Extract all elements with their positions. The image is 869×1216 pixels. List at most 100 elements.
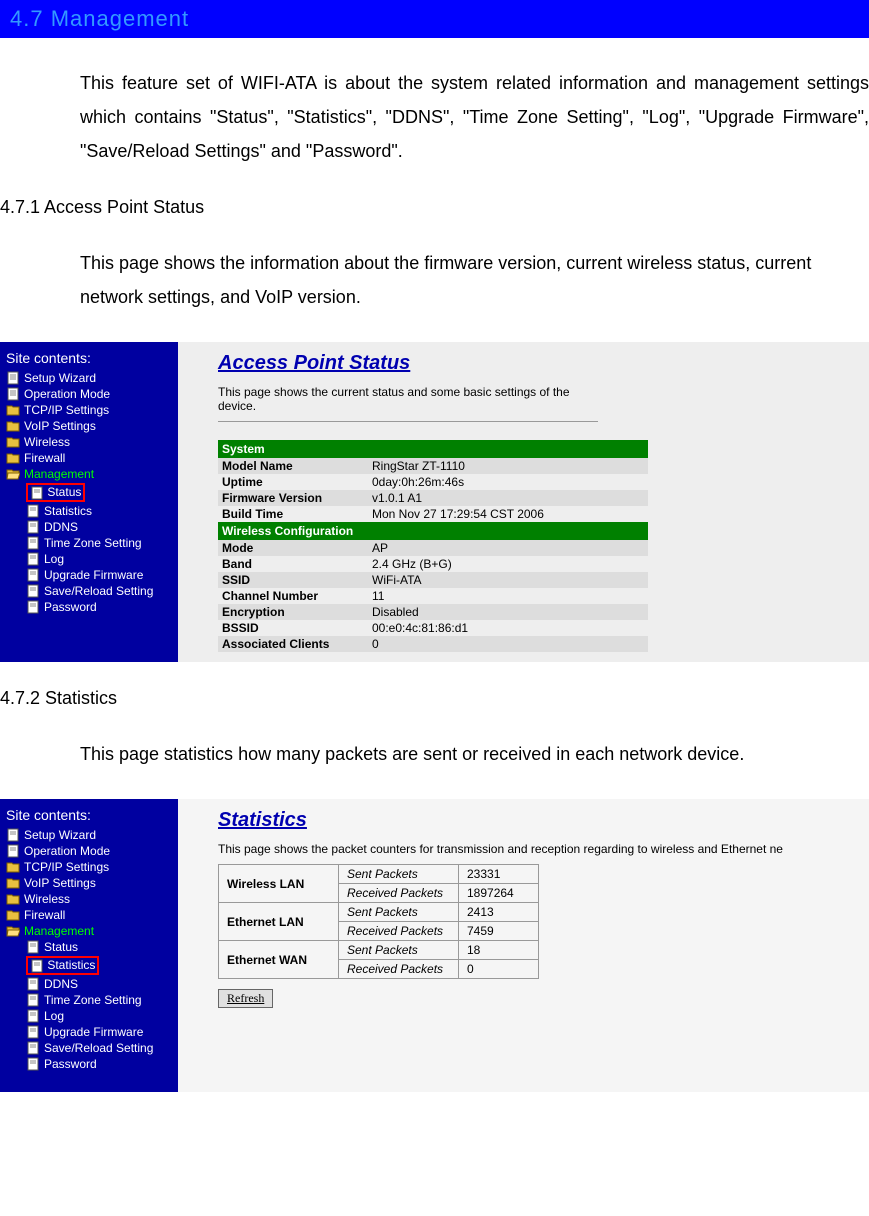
table-row: Firmware Versionv1.0.1 A1: [218, 490, 648, 506]
packet-value: 7459: [459, 922, 539, 941]
table-row: Ethernet WAN Sent Packets 18: [219, 941, 539, 960]
table-row: BSSID00:e0:4c:81:86:d1: [218, 620, 648, 636]
file-icon: [26, 1041, 40, 1055]
cell-val: Mon Nov 27 17:29:54 CST 2006: [368, 506, 648, 522]
cell-key: BSSID: [218, 620, 368, 636]
sidebar-item-label: Statistics: [44, 504, 92, 518]
packet-value: 0: [459, 960, 539, 979]
content-pane-ap-status: Access Point Status This page shows the …: [178, 342, 869, 662]
sidebar-item-setup-wizard[interactable]: Setup Wizard: [4, 370, 174, 386]
sidebar-item-label: Management: [24, 467, 94, 481]
sidebar-item-firewall[interactable]: Firewall: [4, 450, 174, 466]
folder-icon: [6, 877, 20, 889]
folder-icon: [6, 861, 20, 873]
sidebar-item-label: Password: [44, 600, 97, 614]
intro-paragraph: This feature set of WIFI-ATA is about th…: [80, 66, 869, 169]
file-icon: [26, 520, 40, 534]
folder-icon: [6, 420, 20, 432]
cell-key: Build Time: [218, 506, 368, 522]
sidebar-item-status[interactable]: Status: [4, 939, 174, 955]
sidebar-item-operation-mode[interactable]: Operation Mode: [4, 386, 174, 402]
sidebar-item-timezone[interactable]: Time Zone Setting: [4, 992, 174, 1008]
sidebar-item-label: Save/Reload Setting: [44, 1041, 153, 1055]
sidebar-item-firewall[interactable]: Firewall: [4, 907, 174, 923]
sidebar-item-voip[interactable]: VoIP Settings: [4, 418, 174, 434]
table-row: Associated Clients0: [218, 636, 648, 652]
sidebar-item-label: Log: [44, 552, 64, 566]
content-pane-statistics: Statistics This page shows the packet co…: [178, 799, 869, 1092]
sidebar-item-label: Operation Mode: [24, 844, 110, 858]
table-row: ModeAP: [218, 540, 648, 556]
section-header: 4.7 Management: [0, 0, 869, 38]
sidebar-item-voip[interactable]: VoIP Settings: [4, 875, 174, 891]
sidebar-item-password[interactable]: Password: [4, 1056, 174, 1072]
folder-icon: [6, 909, 20, 921]
folder-open-icon: [6, 468, 20, 480]
cell-key: Encryption: [218, 604, 368, 620]
sidebar-item-statistics[interactable]: Statistics: [4, 503, 174, 519]
sidebar-item-ddns[interactable]: DDNS: [4, 976, 174, 992]
sidebar-item-password[interactable]: Password: [4, 599, 174, 615]
packet-label: Sent Packets: [339, 941, 459, 960]
sidebar-item-label: Upgrade Firmware: [44, 568, 143, 582]
file-icon: [26, 940, 40, 954]
sidebar-item-status[interactable]: Status: [4, 482, 174, 503]
file-icon: [26, 600, 40, 614]
packet-value: 2413: [459, 903, 539, 922]
sidebar-item-setup-wizard[interactable]: Setup Wizard: [4, 827, 174, 843]
sidebar-item-wireless[interactable]: Wireless: [4, 434, 174, 450]
cell-val: AP: [368, 540, 648, 556]
packet-label: Received Packets: [339, 922, 459, 941]
sidebar-item-log[interactable]: Log: [4, 1008, 174, 1024]
sidebar-item-tcpip[interactable]: TCP/IP Settings: [4, 402, 174, 418]
cell-val: 11: [368, 588, 648, 604]
sidebar-title: Site contents:: [4, 348, 174, 370]
sidebar-item-label: TCP/IP Settings: [24, 860, 109, 874]
sidebar-item-ddns[interactable]: DDNS: [4, 519, 174, 535]
header-cell: System: [218, 440, 648, 458]
file-icon: [6, 371, 20, 385]
sidebar-item-label: Wireless: [24, 892, 70, 906]
sidebar-item-statistics[interactable]: Statistics: [4, 955, 174, 976]
cell-key: Firmware Version: [218, 490, 368, 506]
sidebar-item-savereload[interactable]: Save/Reload Setting: [4, 583, 174, 599]
refresh-button[interactable]: Refresh: [218, 989, 273, 1008]
cell-val: Disabled: [368, 604, 648, 620]
sidebar-item-management[interactable]: Management: [4, 923, 174, 939]
sidebar-item-label: Wireless: [24, 435, 70, 449]
cell-val: 0: [368, 636, 648, 652]
content-desc: This page shows the current status and s…: [218, 385, 598, 413]
sidebar-item-tcpip[interactable]: TCP/IP Settings: [4, 859, 174, 875]
packet-label: Sent Packets: [339, 903, 459, 922]
sidebar-item-label: Password: [44, 1057, 97, 1071]
sidebar-item-wireless[interactable]: Wireless: [4, 891, 174, 907]
packet-label: Received Packets: [339, 884, 459, 903]
sidebar-item-upgrade[interactable]: Upgrade Firmware: [4, 567, 174, 583]
sidebar-item-label: Log: [44, 1009, 64, 1023]
subsection-4-7-1-body: This page shows the information about th…: [80, 246, 869, 314]
folder-icon: [6, 893, 20, 905]
sidebar-item-timezone[interactable]: Time Zone Setting: [4, 535, 174, 551]
table-row: Channel Number11: [218, 588, 648, 604]
sidebar-item-upgrade[interactable]: Upgrade Firmware: [4, 1024, 174, 1040]
sidebar-item-operation-mode[interactable]: Operation Mode: [4, 843, 174, 859]
sidebar-item-log[interactable]: Log: [4, 551, 174, 567]
file-icon: [6, 828, 20, 842]
cell-key: Associated Clients: [218, 636, 368, 652]
file-icon: [26, 1025, 40, 1039]
ap-status-table: System Model NameRingStar ZT-1110 Uptime…: [218, 440, 648, 652]
divider: [218, 421, 598, 422]
sidebar-item-savereload[interactable]: Save/Reload Setting: [4, 1040, 174, 1056]
cell-val: RingStar ZT-1110: [368, 458, 648, 474]
table-header-wireless: Wireless Configuration: [218, 522, 648, 540]
cell-key: Model Name: [218, 458, 368, 474]
highlight-box: Status: [26, 483, 85, 502]
sidebar-item-management[interactable]: Management: [4, 466, 174, 482]
subsection-4-7-2-title: 4.7.2 Statistics: [0, 688, 869, 709]
sidebar-item-label: Firewall: [24, 908, 65, 922]
file-icon: [26, 977, 40, 991]
table-row: EncryptionDisabled: [218, 604, 648, 620]
table-row: SSIDWiFi-ATA: [218, 572, 648, 588]
cell-key: SSID: [218, 572, 368, 588]
table-row: Ethernet LAN Sent Packets 2413: [219, 903, 539, 922]
